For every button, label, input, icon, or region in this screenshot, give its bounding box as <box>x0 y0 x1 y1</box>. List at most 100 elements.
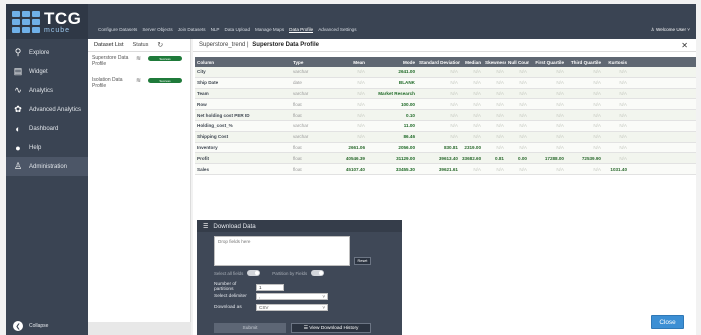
menu-manage-maps[interactable]: Manage Maps <box>255 27 284 33</box>
download-as-select[interactable]: CSV ˅ <box>256 304 328 311</box>
user-menu[interactable]: ♙ Welcome User ˅ <box>651 27 690 33</box>
sidebar-item-explore[interactable]: ⚲ Explore <box>6 43 88 62</box>
dataset-name: Isolation Data Profile <box>92 77 123 90</box>
table-cell-median: N/A <box>473 80 481 86</box>
download-history-button[interactable]: ☰ View Download History <box>291 323 371 333</box>
reset-button[interactable]: Reset <box>354 257 371 265</box>
menu-join-datasets[interactable]: Join Datasets <box>178 27 206 33</box>
table-cell-skew: N/A <box>496 134 504 140</box>
chart-icon[interactable]: ≋ <box>136 77 145 84</box>
table-row[interactable]: Ship Date date N/A BLANK N/A N/A N/A N/A N/A N/A N… <box>195 77 696 89</box>
table-cell-q1: N/A <box>556 123 564 129</box>
table-cell-skew: N/A <box>496 90 504 96</box>
column-header[interactable]: Third Quartile <box>566 60 603 65</box>
table-cell-q1: 17288.00 <box>544 155 564 161</box>
table-row[interactable]: City varchar N/A 2641.00 N/A N/A N/A N/A N/A N/A N… <box>195 67 696 78</box>
menu-nlp[interactable]: NLP <box>211 27 220 33</box>
fields-drop-zone[interactable] <box>214 236 350 266</box>
toggle-switch[interactable] <box>247 270 261 276</box>
dataset-panel: Dataset List Status ↻ Superstore Data Pr… <box>88 39 191 335</box>
submit-button[interactable]: Submit <box>214 323 286 333</box>
menu-configure-datasets[interactable]: Configure Datasets <box>98 27 137 33</box>
column-header[interactable]: Null Count <box>506 60 529 65</box>
menu-server-objects[interactable]: Server Objects <box>142 27 172 33</box>
table-cell-mode: 86.46 <box>403 134 416 140</box>
download-as-value: CSV <box>259 305 269 310</box>
sidebar-item-administration[interactable]: ♙ Administration <box>6 157 88 176</box>
table-row[interactable]: Net holding cost PER ID float N/A 0.10 N/A N/… <box>195 110 696 121</box>
column-header[interactable]: First Quartile <box>529 60 566 65</box>
table-row[interactable]: Row float N/A 100.00 N/A N/A N/A N/A N/A N/A N/A <box>195 99 696 111</box>
table-cell-q3: N/A <box>593 90 601 96</box>
menu-data-upload[interactable]: Data Upload <box>225 27 251 33</box>
delimiter-select[interactable]: , ˅ <box>256 293 328 300</box>
close-icon[interactable]: ✕ <box>681 41 688 50</box>
chart-icon[interactable]: ≋ <box>136 55 145 62</box>
table-cell-skew: N/A <box>496 80 504 86</box>
list-icon: ☰ <box>203 223 209 230</box>
column-header[interactable]: Column <box>195 60 291 65</box>
column-header[interactable]: Mean <box>337 60 367 65</box>
sidebar-item-advanced-analytics[interactable]: ✿ Advanced Analytics <box>6 100 88 119</box>
table-cell-mode: Market Research <box>378 90 415 96</box>
refresh-icon[interactable]: ↻ <box>157 41 163 49</box>
list-item[interactable]: Superstore Data Profile ≋ Success <box>88 52 190 74</box>
sidebar-item-label: Analytics <box>29 87 54 94</box>
partition-toggle[interactable]: Partition by Fields <box>272 270 325 276</box>
table-row[interactable]: Holding_cost_% varchar N/A 11.00 N/A N/A N/A N/… <box>195 120 696 132</box>
table-cell-median: N/A <box>473 112 481 118</box>
select-all-toggle[interactable]: Select all fields <box>214 270 261 276</box>
table-cell-skew: N/A <box>496 123 504 129</box>
sidebar-item-dashboard[interactable]: ◐ Dashboard <box>6 119 88 138</box>
table-row[interactable]: Profit float 40546.39 31129.00 39613.40 33682… <box>195 153 696 165</box>
list-item[interactable]: Isolation Data Profile ≋ Success <box>88 74 190 96</box>
tab-status[interactable]: Status <box>133 42 149 48</box>
column-header[interactable]: Skewness <box>483 60 506 65</box>
table-cell-type: float <box>293 144 302 150</box>
table-cell-null: N/A <box>519 166 527 172</box>
table-cell-mode: 31129.00 <box>396 155 415 161</box>
sidebar-item-help[interactable]: ● Help <box>6 138 88 157</box>
download-panel: ☰ Download Data Reset Select all fields … <box>197 220 402 335</box>
sidebar-item-widget[interactable]: ▤ Widget <box>6 62 88 81</box>
table-cell-q1: N/A <box>556 134 564 140</box>
collapse-button[interactable]: ❮ Collapse <box>13 321 48 331</box>
menu-data-profile[interactable]: Data Profile <box>289 27 314 33</box>
tab-dataset-list[interactable]: Dataset List <box>94 42 124 48</box>
sidebar-item-label: Administration <box>29 163 68 170</box>
table-cell-mean: N/A <box>357 69 365 75</box>
table-row[interactable]: Team varchar N/A Market Research N/A N/A N/A N/… <box>195 88 696 100</box>
download-header[interactable]: ☰ Download Data <box>197 220 402 232</box>
menu-advanced-settings[interactable]: Advanced Settings <box>318 27 356 33</box>
toggle-switch[interactable] <box>311 270 325 276</box>
table-cell-type: float <box>293 166 302 172</box>
table-row[interactable]: Sales float 45107.40 33455.30 39621.61 N/A N/A… <box>195 164 696 175</box>
table-cell-q1: N/A <box>556 90 564 96</box>
table-cell-mode: 2641.00 <box>398 69 415 75</box>
table-cell-kurt: N/A <box>619 69 627 75</box>
info-icon: ● <box>15 142 21 153</box>
sidebar-item-analytics[interactable]: ∿ Analytics <box>6 81 88 100</box>
partitions-input[interactable]: 1 <box>256 283 284 291</box>
delimiter-label: Select delimiter <box>214 294 247 299</box>
chevron-down-icon: ˅ <box>322 305 325 310</box>
column-header[interactable]: Median <box>460 60 483 65</box>
table-cell-mode: 0.10 <box>406 112 415 118</box>
close-button[interactable]: Close <box>651 315 684 329</box>
table-cell-kurt: N/A <box>619 155 627 161</box>
download-title: Download Data <box>213 222 256 230</box>
column-header[interactable]: Mode <box>367 60 417 65</box>
column-header[interactable]: Kurtosis <box>603 60 629 65</box>
table-cell-type: varchar <box>293 90 309 96</box>
table-cell-std: N/A <box>450 123 458 129</box>
table-row[interactable]: Inventory float 2661.06 2056.00 830.81 2319.0… <box>195 142 696 154</box>
toggle-label: Select all fields <box>214 270 244 276</box>
column-header[interactable]: Type <box>291 60 337 65</box>
table-row[interactable]: Shipping Cost varchar N/A 86.46 N/A N/A N/A N/A… <box>195 131 696 143</box>
table-cell-type: varchar <box>293 123 309 129</box>
table-cell-q3: N/A <box>593 80 601 86</box>
table-cell-name: City <box>197 69 206 75</box>
page-title: Superstore Data Profile <box>252 42 319 48</box>
table-cell-std: 39613.40 <box>438 155 458 161</box>
column-header[interactable]: Standard Deviation <box>417 60 460 65</box>
